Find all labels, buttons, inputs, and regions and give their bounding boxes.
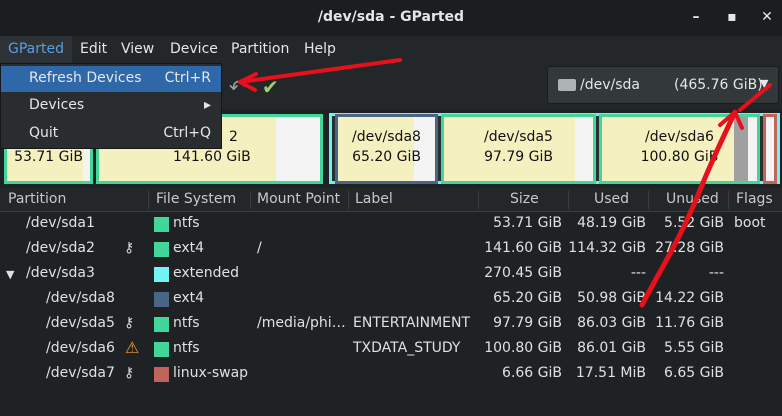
red-annotation-arrows [238, 58, 772, 308]
